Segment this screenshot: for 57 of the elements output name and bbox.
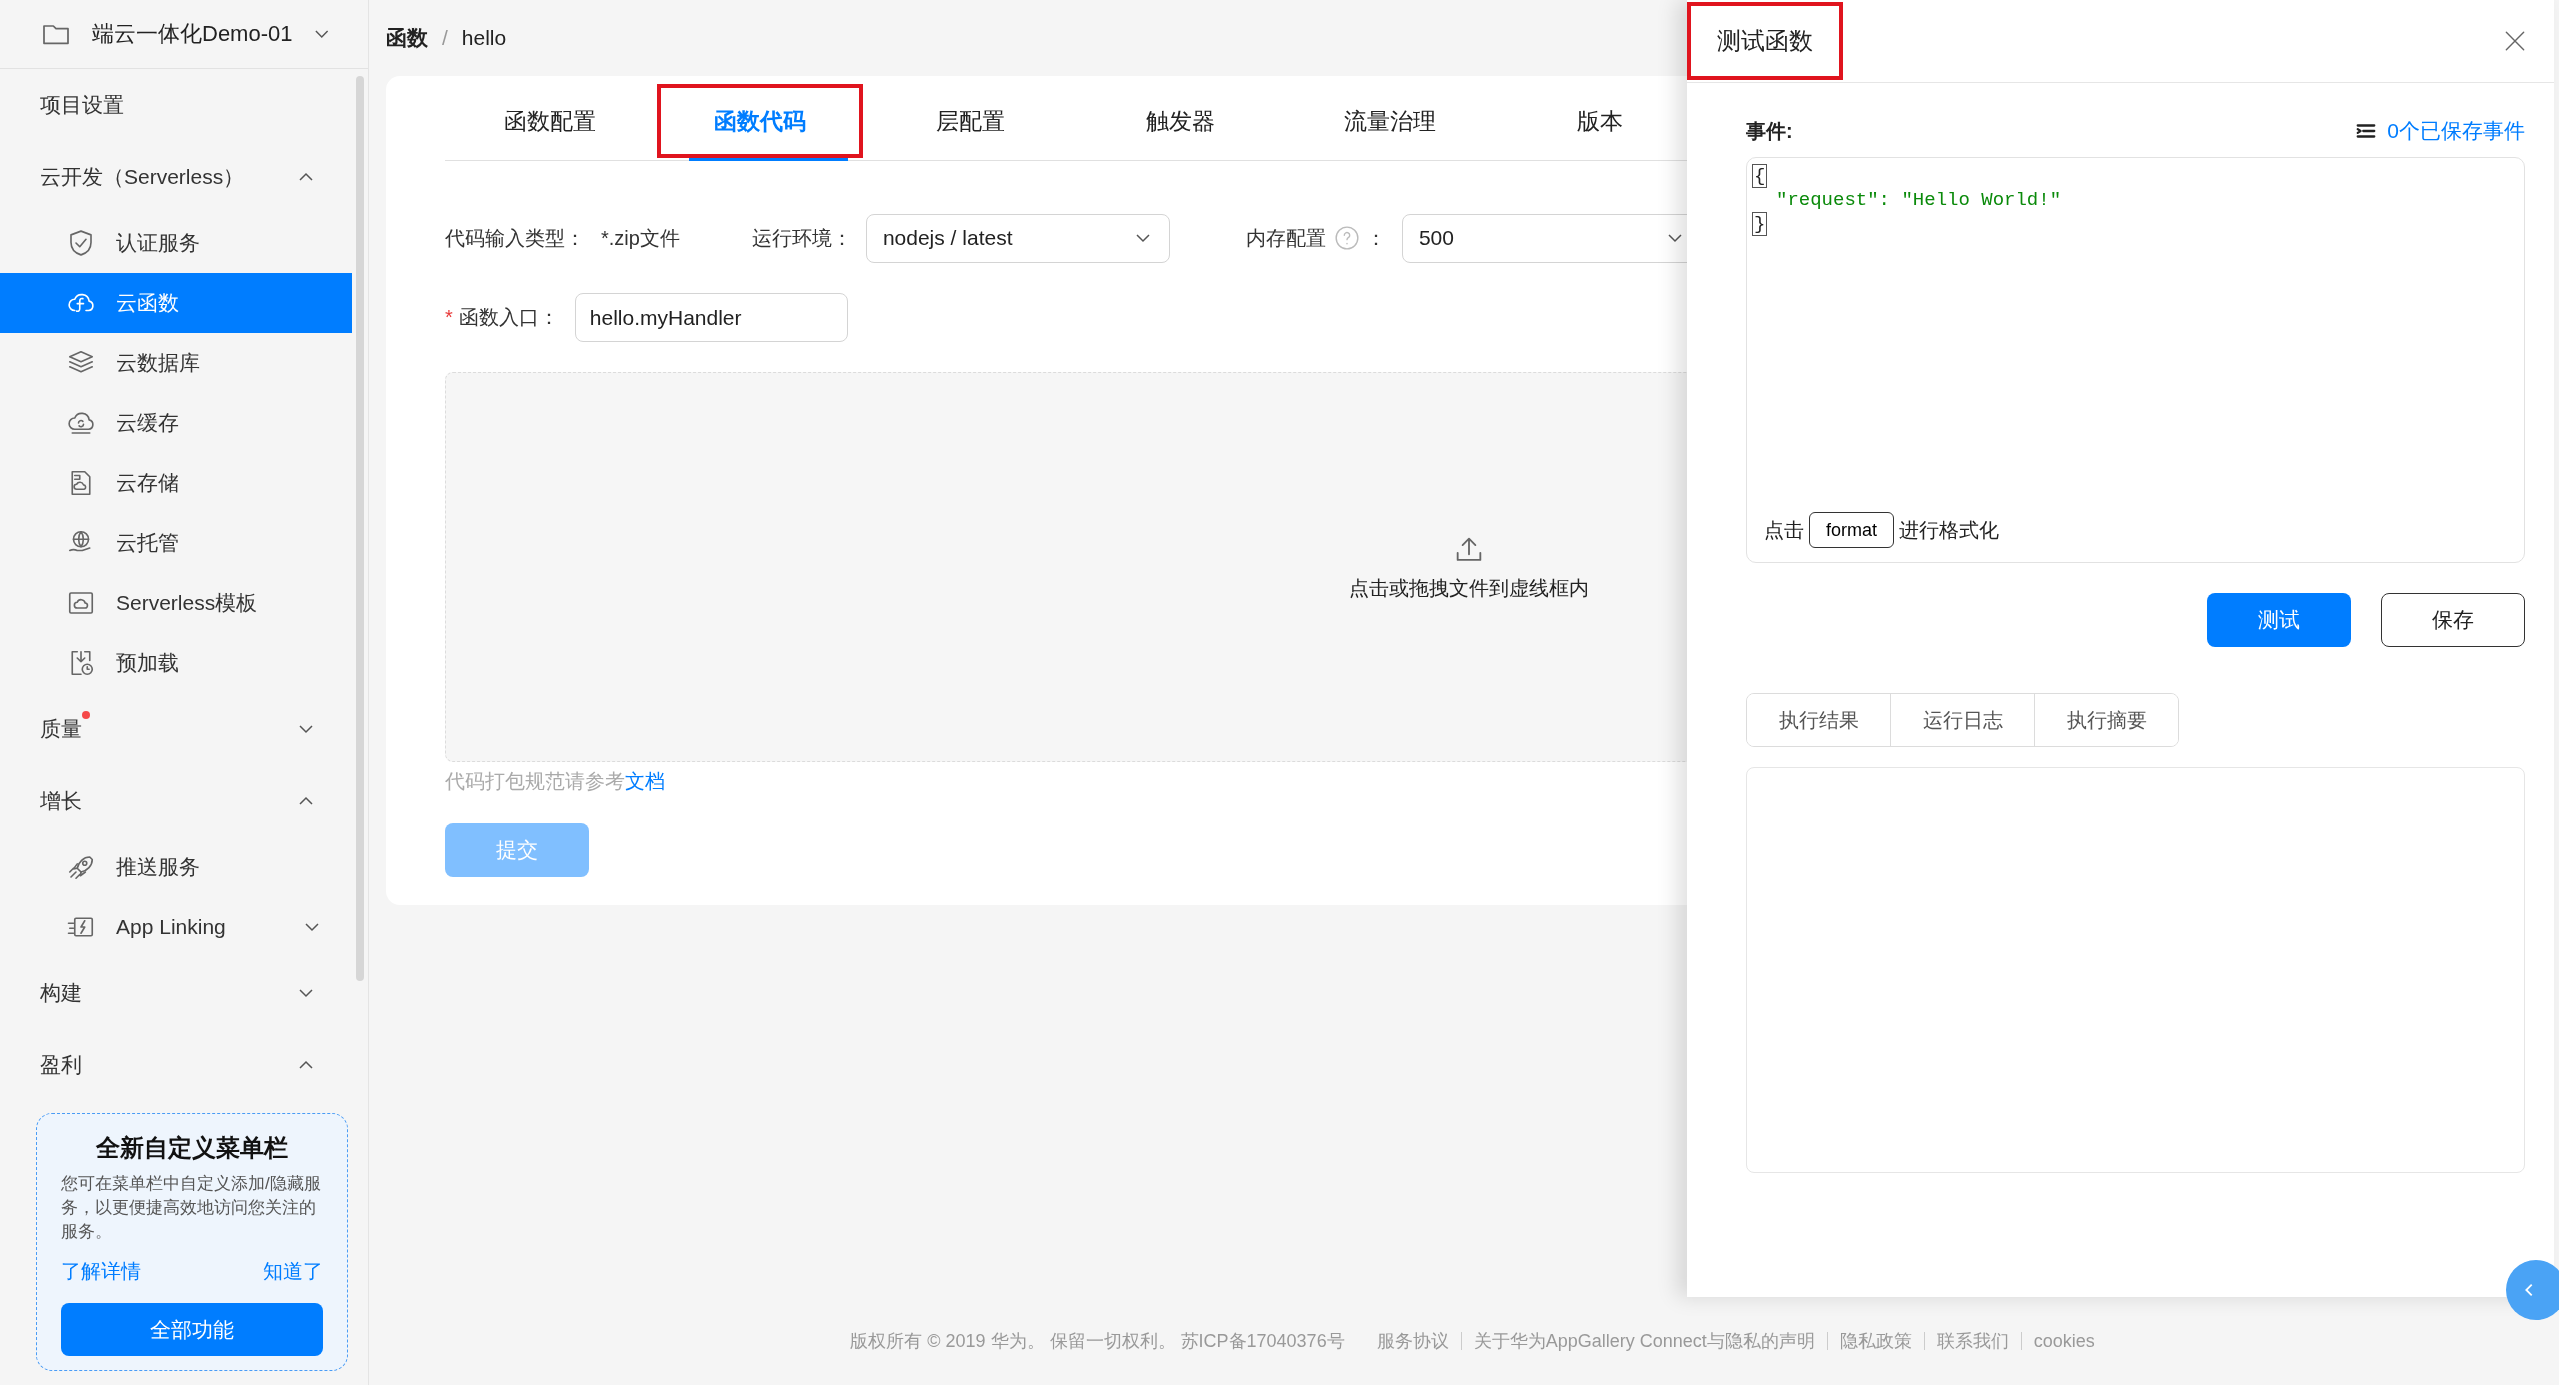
save-button[interactable]: 保存 <box>2381 593 2525 647</box>
menu-item[interactable]: Serverless模板 <box>0 573 352 633</box>
tab[interactable]: 流量治理 <box>1285 82 1495 160</box>
menu-group[interactable]: 云开发（Serverless） <box>0 141 352 213</box>
menu-item[interactable]: App Linking <box>0 897 352 957</box>
menu-item[interactable]: 预加载 <box>0 633 352 693</box>
menu-item[interactable]: 云存储 <box>0 453 352 513</box>
code-editor[interactable]: { "request": "Hello World!" } 点击 format 进行格式化 <box>1746 157 2525 563</box>
collapse-button[interactable] <box>2506 1260 2559 1320</box>
entry-input[interactable]: hello.myHandler <box>574 293 848 342</box>
docs-link[interactable]: 文档 <box>625 770 665 792</box>
upload-text: 点击或拖拽文件到虚线框内 <box>1349 575 1589 601</box>
breadcrumb-item[interactable]: 函数 <box>386 24 428 52</box>
notification-dot <box>82 711 90 719</box>
project-name[interactable]: 端云一体化Demo-01 <box>92 19 293 49</box>
format-button[interactable]: format <box>1809 512 1894 548</box>
menu-item[interactable]: 云缓存 <box>0 393 352 453</box>
menu-group[interactable]: 构建 <box>0 957 352 1029</box>
menu-group[interactable]: 质量 <box>0 693 352 765</box>
tab[interactable]: 函数代码 <box>655 82 865 160</box>
menu-item[interactable]: 云数据库 <box>0 333 352 393</box>
required-mark: * <box>445 306 453 329</box>
event-label: 事件: <box>1746 119 1793 144</box>
menu-group[interactable]: 增长 <box>0 765 352 837</box>
result-tab[interactable]: 执行摘要 <box>2034 694 2178 746</box>
field-value: *.zip文件 <box>601 225 680 251</box>
field-label: 运行环境： <box>751 225 852 251</box>
breadcrumb-separator: / <box>442 26 448 50</box>
drawer-title: 测试函数 <box>1687 2 1843 80</box>
menu-group[interactable]: 盈利 <box>0 1029 352 1101</box>
copyright-text: 版权所有 © 2019 华为。 保留一切权利。 苏ICP备17040376号 <box>850 1330 1345 1353</box>
all-features-button[interactable]: 全部功能 <box>61 1303 323 1356</box>
saved-events-link[interactable]: 0个已保存事件 <box>2355 117 2525 145</box>
promo-link[interactable]: 了解详情 <box>61 1258 141 1285</box>
tab[interactable]: 触发器 <box>1075 82 1285 160</box>
format-hint-text: 进行格式化 <box>1899 517 1999 543</box>
field-label: 函数入口： <box>458 305 559 330</box>
promo-title: 全新自定义菜单栏 <box>95 1133 289 1163</box>
promo-text: 您可在菜单栏中自定义添加/隐藏服务，以更便捷高效地访问您关注的服务。 <box>61 1173 322 1243</box>
tab[interactable]: 层配置 <box>865 82 1075 160</box>
menu-item[interactable]: 认证服务 <box>0 213 352 273</box>
breadcrumb-item: hello <box>461 26 507 50</box>
menu-item[interactable]: 云函数 <box>0 273 352 333</box>
menu-item[interactable]: 推送服务 <box>0 837 352 897</box>
help-icon <box>1333 225 1360 251</box>
promo-link[interactable]: 知道了 <box>263 1258 323 1285</box>
tab[interactable]: 函数配置 <box>445 82 655 160</box>
colon: ： <box>1365 225 1386 251</box>
field-label: 代码输入类型： <box>445 225 585 251</box>
test-button[interactable]: 测试 <box>2207 593 2351 647</box>
menu-item[interactable]: 项目设置 <box>0 69 352 141</box>
code-line: "request": "Hello World!" <box>1775 188 2063 212</box>
format-hint-text: 点击 <box>1764 517 1804 543</box>
scrollbar[interactable] <box>356 76 364 981</box>
field-label: 内存配置 <box>1245 225 1326 251</box>
runtime-select[interactable]: nodejs / latest <box>865 213 1170 263</box>
menu-item[interactable]: 云托管 <box>0 513 352 573</box>
